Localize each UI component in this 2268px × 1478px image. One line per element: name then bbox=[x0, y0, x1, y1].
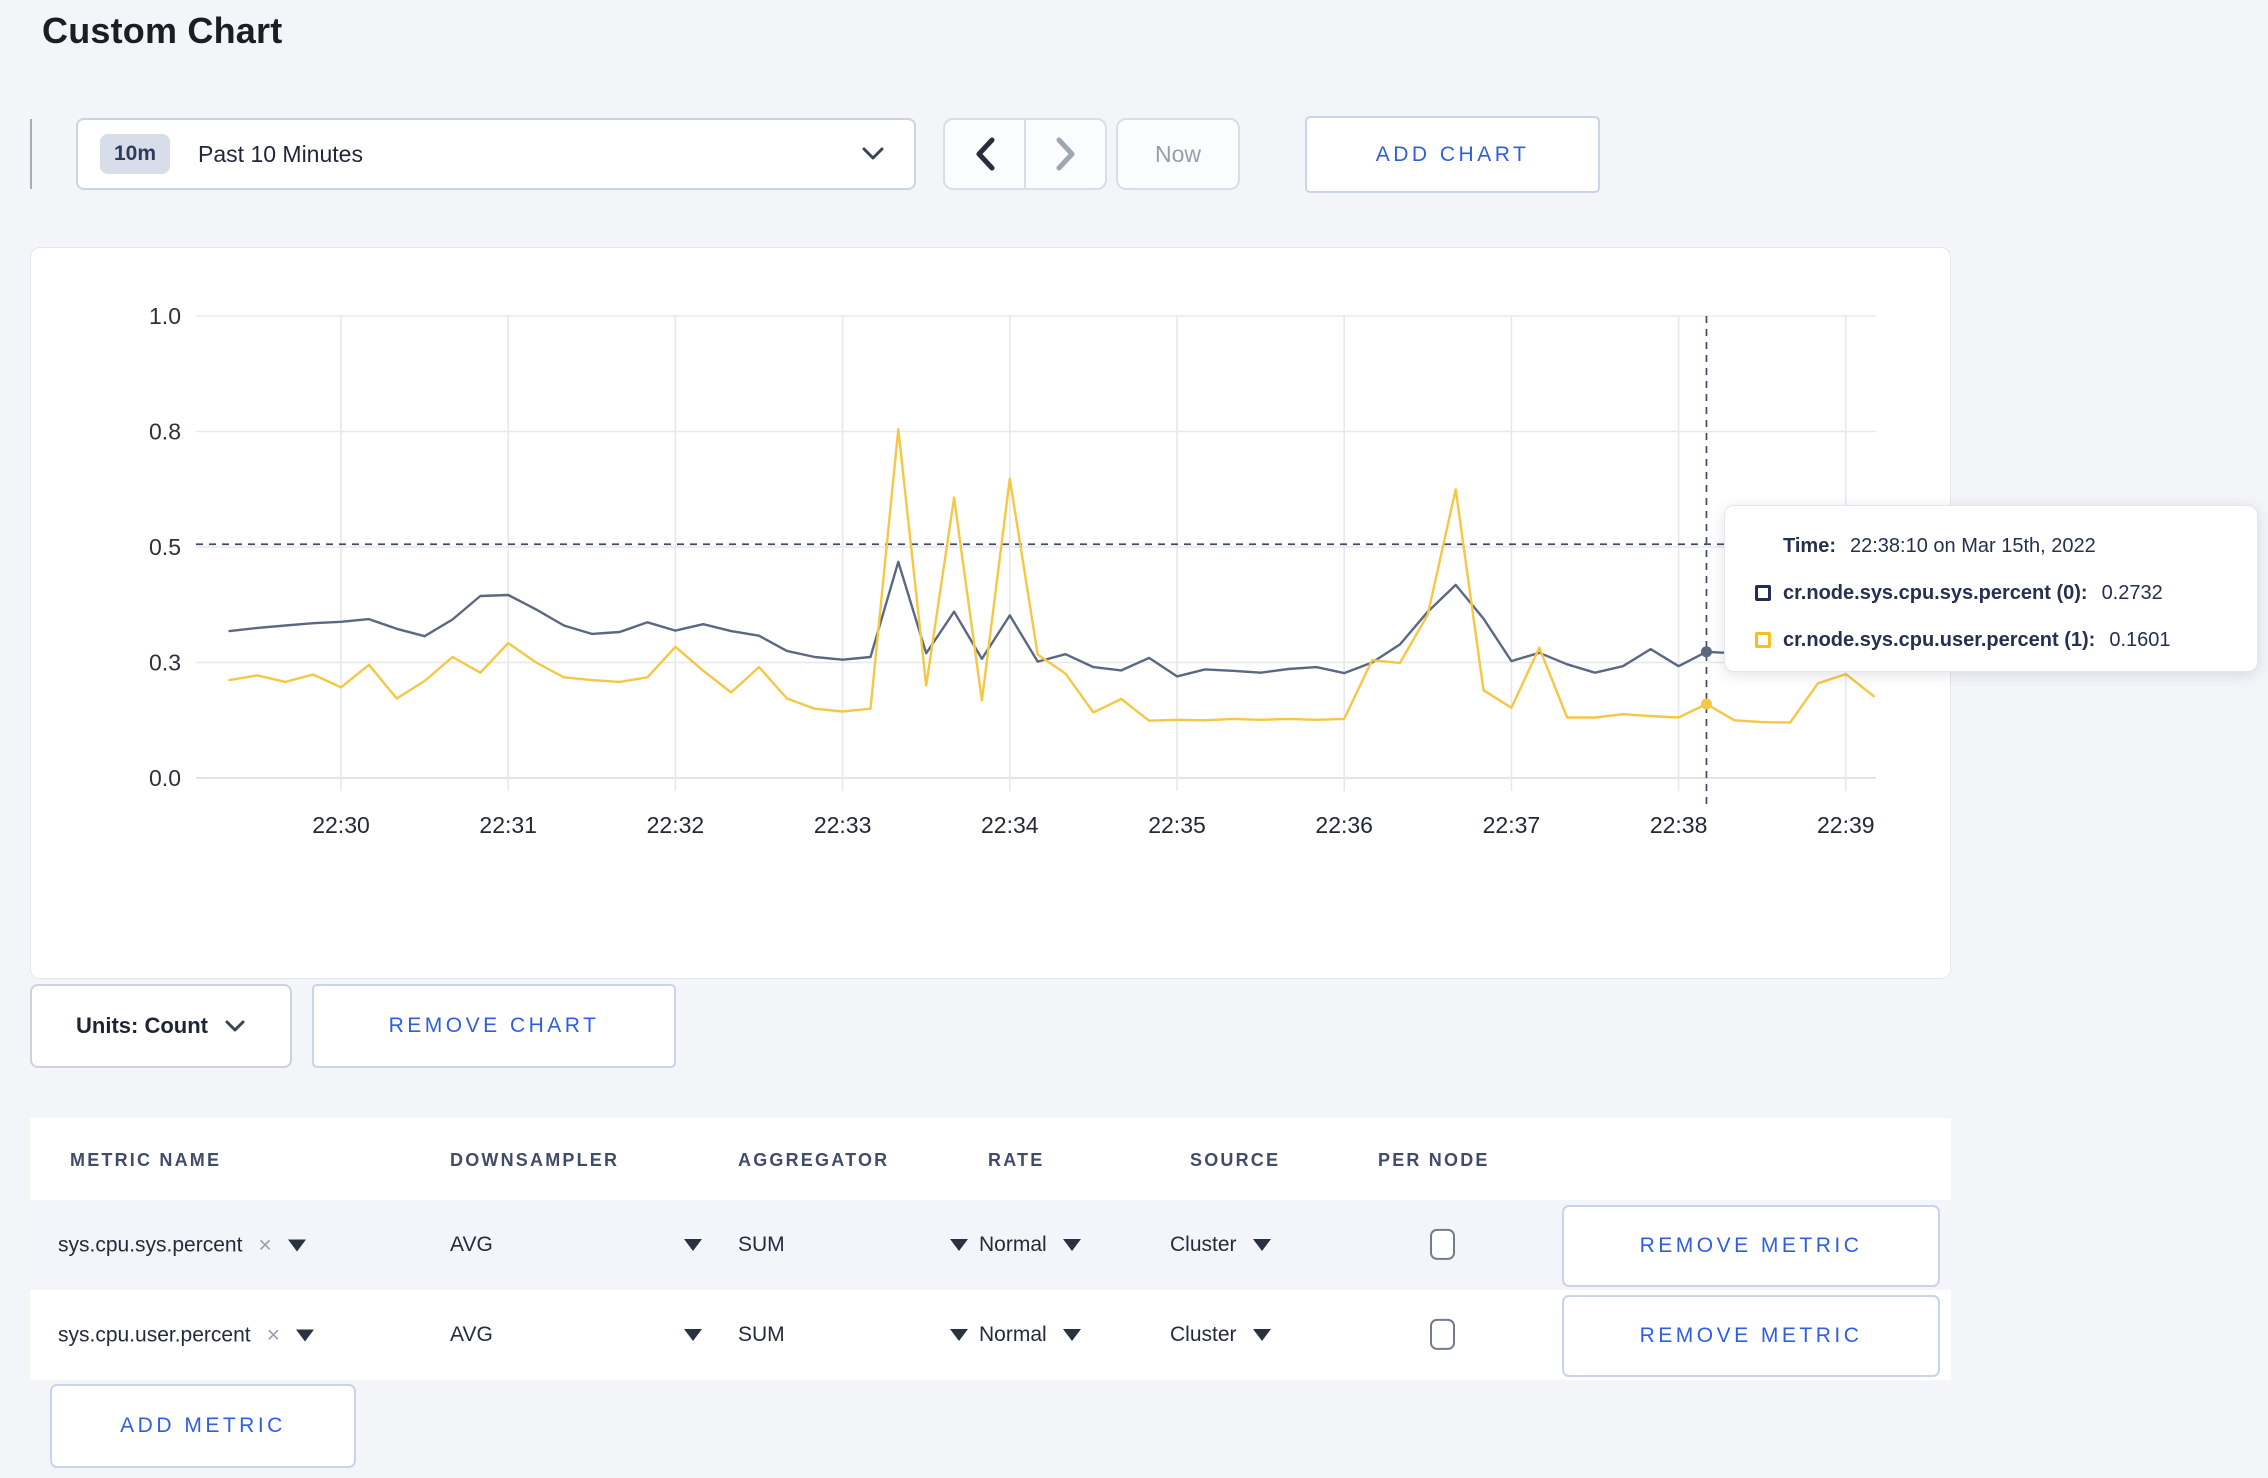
chevron-right-icon bbox=[1056, 137, 1074, 171]
metrics-table-header: METRIC NAME DOWNSAMPLER AGGREGATOR RATE … bbox=[30, 1118, 1951, 1200]
tooltip-series-value: 0.1601 bbox=[2109, 628, 2171, 651]
metric-name-select[interactable]: sys.cpu.user.percent × bbox=[58, 1322, 315, 1349]
chart-card: 0.0 0.3 0.5 0.8 1.0 22:30 22:31 22:32 22:33 22:34… bbox=[30, 247, 1951, 979]
remove-metric-button[interactable]: REMOVE METRIC bbox=[1562, 1205, 1940, 1287]
toolbar-divider bbox=[30, 119, 32, 189]
svg-text:22:37: 22:37 bbox=[1483, 812, 1541, 838]
tooltip-series-value: 0.2732 bbox=[2101, 581, 2163, 604]
svg-text:22:30: 22:30 bbox=[312, 812, 370, 838]
svg-text:22:31: 22:31 bbox=[479, 812, 537, 838]
downsampler-value: AVG bbox=[450, 1233, 493, 1256]
source-value: Cluster bbox=[1170, 1323, 1237, 1346]
time-range-badge: 10m bbox=[100, 134, 171, 174]
caret-down-icon bbox=[684, 1239, 702, 1251]
custom-chart-page: Custom Chart 10m Past 10 Minutes Now ADD… bbox=[0, 0, 2268, 1478]
svg-text:22:34: 22:34 bbox=[981, 812, 1039, 838]
svg-text:1.0: 1.0 bbox=[149, 303, 181, 329]
time-window-nav bbox=[943, 118, 1107, 190]
col-header-source: SOURCE bbox=[1190, 1150, 1281, 1170]
aggregator-value: SUM bbox=[738, 1233, 785, 1256]
tooltip-series-row: cr.node.sys.cpu.user.percent (1): 0.1601 bbox=[1755, 625, 2257, 655]
caret-down-icon bbox=[950, 1239, 968, 1251]
col-header-aggregator: AGGREGATOR bbox=[738, 1150, 890, 1170]
svg-text:0.3: 0.3 bbox=[149, 650, 181, 676]
svg-text:22:35: 22:35 bbox=[1148, 812, 1206, 838]
units-select[interactable]: Units: Count bbox=[30, 984, 292, 1068]
caret-down-icon bbox=[1062, 1329, 1081, 1341]
add-chart-button[interactable]: ADD CHART bbox=[1305, 116, 1600, 193]
svg-text:0.8: 0.8 bbox=[149, 419, 181, 445]
tooltip-time-label: Time: bbox=[1783, 534, 1836, 557]
svg-text:22:32: 22:32 bbox=[647, 812, 705, 838]
prev-time-button[interactable] bbox=[945, 120, 1024, 188]
svg-text:22:39: 22:39 bbox=[1817, 812, 1875, 838]
svg-text:22:33: 22:33 bbox=[814, 812, 872, 838]
tooltip-time-value: 22:38:10 on Mar 15th, 2022 bbox=[1849, 534, 2096, 557]
aggregator-select[interactable]: SUM bbox=[738, 1323, 968, 1347]
next-time-button[interactable] bbox=[1024, 120, 1105, 188]
page-title: Custom Chart bbox=[42, 10, 283, 51]
chevron-left-icon bbox=[976, 137, 994, 171]
caret-down-icon bbox=[1252, 1329, 1271, 1341]
chart-tooltip: Time: 22:38:10 on Mar 15th, 2022 cr.node… bbox=[1724, 505, 2258, 672]
col-header-rate: RATE bbox=[988, 1150, 1045, 1170]
chevron-down-icon bbox=[862, 147, 884, 160]
col-header-metric-name: METRIC NAME bbox=[70, 1150, 222, 1170]
clear-metric-icon[interactable]: × bbox=[258, 1232, 271, 1259]
metric-name-label: sys.cpu.user.percent bbox=[58, 1323, 251, 1346]
now-button[interactable]: Now bbox=[1116, 118, 1240, 190]
clear-metric-icon[interactable]: × bbox=[267, 1322, 280, 1349]
caret-down-icon bbox=[1252, 1239, 1271, 1251]
aggregator-select[interactable]: SUM bbox=[738, 1233, 968, 1257]
caret-down-icon bbox=[296, 1329, 315, 1341]
caret-down-icon bbox=[684, 1329, 702, 1341]
aggregator-value: SUM bbox=[738, 1323, 785, 1346]
tooltip-time-row: Time: 22:38:10 on Mar 15th, 2022 bbox=[1783, 531, 2257, 561]
rate-select[interactable]: Normal bbox=[979, 1323, 1081, 1347]
svg-text:0.5: 0.5 bbox=[149, 534, 181, 560]
tooltip-series-label: cr.node.sys.cpu.user.percent (1): bbox=[1783, 628, 2096, 651]
source-value: Cluster bbox=[1170, 1233, 1237, 1256]
time-range-label: Past 10 Minutes bbox=[198, 140, 363, 167]
col-header-per-node: PER NODE bbox=[1378, 1150, 1490, 1170]
svg-text:0.0: 0.0 bbox=[149, 765, 181, 791]
series-swatch-user bbox=[1755, 632, 1771, 648]
tooltip-series-label: cr.node.sys.cpu.sys.percent (0): bbox=[1783, 581, 2088, 604]
downsampler-select[interactable]: AVG bbox=[450, 1323, 702, 1347]
caret-down-icon bbox=[1062, 1239, 1081, 1251]
metric-name-select[interactable]: sys.cpu.sys.percent × bbox=[58, 1232, 306, 1259]
metric-name-label: sys.cpu.sys.percent bbox=[58, 1233, 243, 1256]
rate-value: Normal bbox=[979, 1323, 1047, 1346]
chevron-down-icon bbox=[225, 1020, 245, 1031]
series-swatch-sys bbox=[1755, 585, 1771, 601]
rate-select[interactable]: Normal bbox=[979, 1233, 1081, 1257]
caret-down-icon bbox=[950, 1329, 968, 1341]
units-label: Units: Count bbox=[76, 1013, 208, 1038]
metric-row: sys.cpu.sys.percent × AVG SUM Normal Clu… bbox=[30, 1200, 1951, 1290]
col-header-downsampler: DOWNSAMPLER bbox=[450, 1150, 620, 1170]
metrics-table: METRIC NAME DOWNSAMPLER AGGREGATOR RATE … bbox=[30, 1118, 1951, 1380]
rate-value: Normal bbox=[979, 1233, 1047, 1256]
per-node-checkbox[interactable] bbox=[1430, 1318, 1455, 1350]
caret-down-icon bbox=[287, 1239, 306, 1251]
tooltip-series-row: cr.node.sys.cpu.sys.percent (0): 0.2732 bbox=[1755, 578, 2257, 608]
timeseries-chart[interactable]: 0.0 0.3 0.5 0.8 1.0 22:30 22:31 22:32 22:33 22:34… bbox=[31, 248, 1952, 980]
downsampler-select[interactable]: AVG bbox=[450, 1233, 702, 1257]
remove-chart-button[interactable]: REMOVE CHART bbox=[312, 984, 676, 1068]
svg-text:22:36: 22:36 bbox=[1315, 812, 1373, 838]
add-metric-button[interactable]: ADD METRIC bbox=[50, 1384, 356, 1468]
metric-row: sys.cpu.user.percent × AVG SUM Normal Cl… bbox=[30, 1290, 1951, 1380]
svg-text:22:38: 22:38 bbox=[1650, 812, 1708, 838]
source-select[interactable]: Cluster bbox=[1170, 1323, 1271, 1347]
time-range-select[interactable]: 10m Past 10 Minutes bbox=[76, 118, 916, 190]
per-node-checkbox[interactable] bbox=[1430, 1228, 1455, 1260]
remove-metric-button[interactable]: REMOVE METRIC bbox=[1562, 1295, 1940, 1377]
downsampler-value: AVG bbox=[450, 1323, 493, 1346]
source-select[interactable]: Cluster bbox=[1170, 1233, 1271, 1257]
